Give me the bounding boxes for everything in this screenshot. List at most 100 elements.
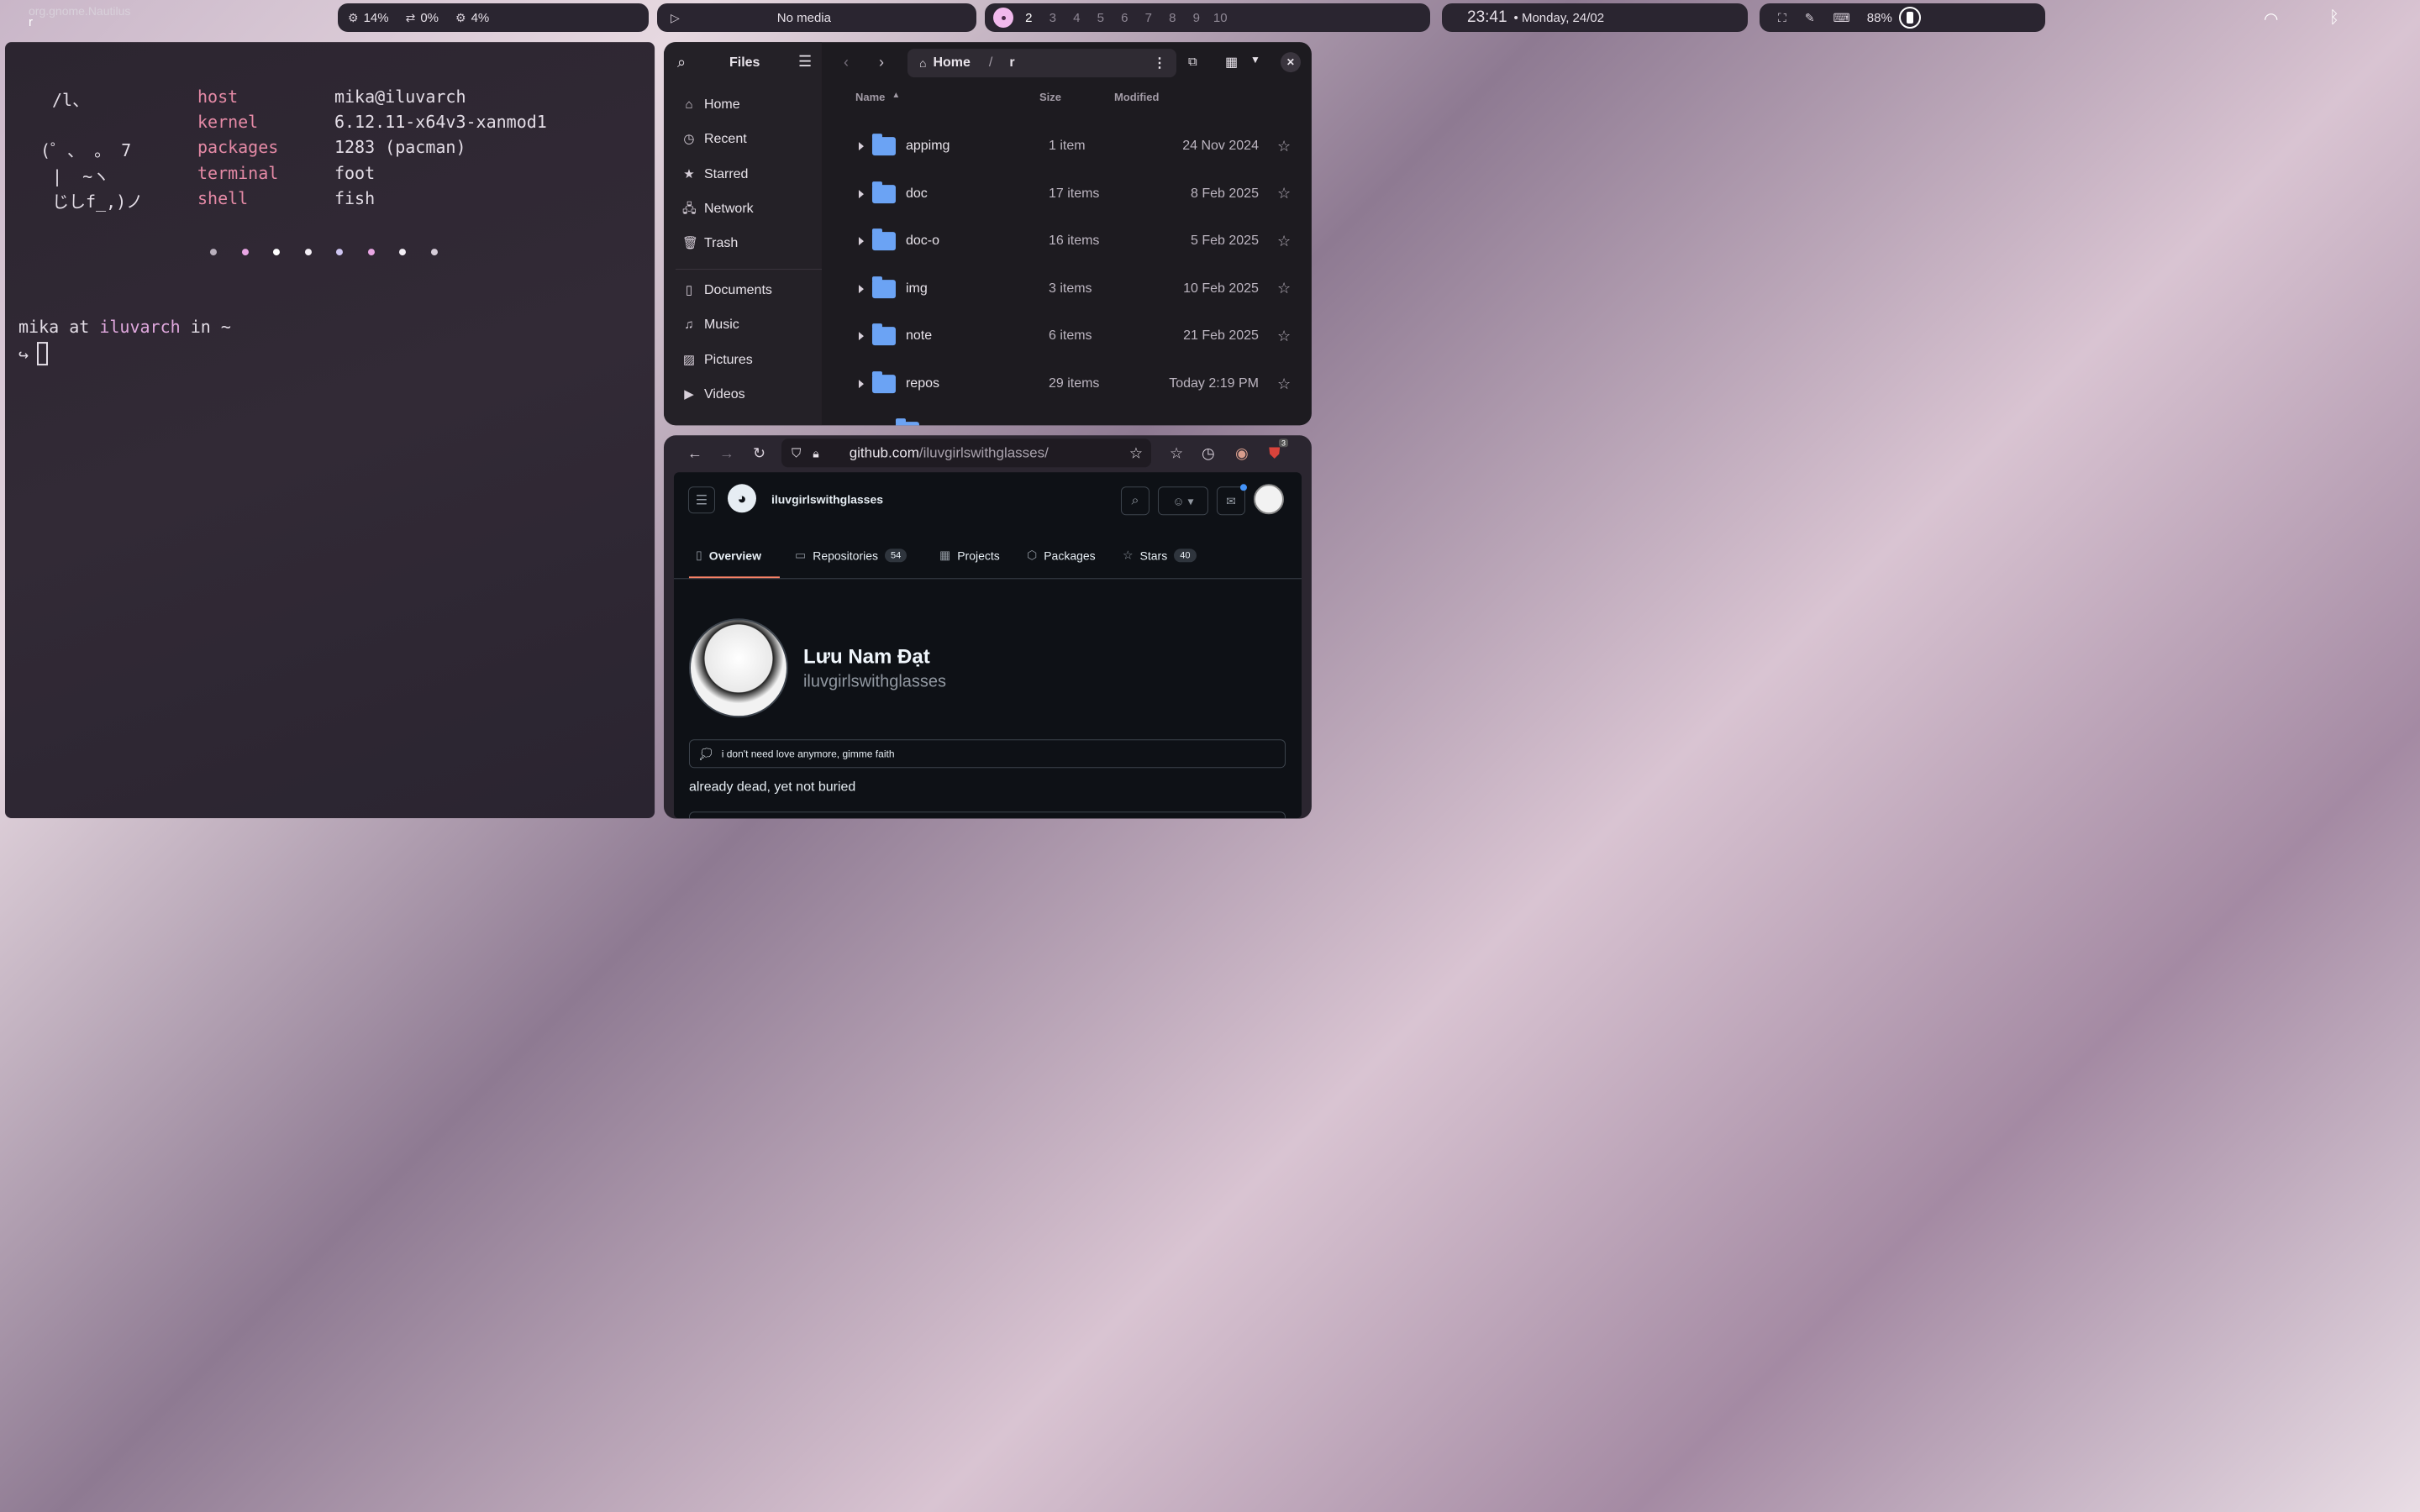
star-icon[interactable]: ☆ [1277, 328, 1291, 345]
bookmark-star-icon[interactable]: ☆ [1129, 444, 1143, 462]
avatar[interactable] [1253, 484, 1284, 515]
file-modified: 5 Feb 2025 [1191, 234, 1259, 249]
palette-dot [304, 249, 312, 256]
column-name[interactable]: Name [855, 91, 885, 103]
reload-icon[interactable]: ↻ [753, 444, 765, 462]
expand-arrow-icon[interactable] [858, 189, 864, 198]
extension-icon[interactable]: ◉ [1235, 444, 1249, 462]
extension-badge: 3 [1278, 438, 1288, 448]
sidebar-item-recent[interactable]: ◷ Recent [682, 132, 747, 147]
close-icon[interactable]: ✕ [1280, 52, 1301, 73]
shield-icon[interactable]: ⛉ [792, 446, 801, 460]
expand-arrow-icon[interactable] [858, 284, 864, 293]
sidebar-divider [675, 269, 822, 270]
file-row[interactable]: doc-o 16 items 5 Feb 2025 ☆ [855, 218, 1301, 265]
network-icon: 🖧︎ [681, 201, 697, 216]
breadcrumb-current[interactable]: r [1009, 55, 1014, 71]
back-arrow-icon[interactable]: ← [687, 444, 702, 462]
tab-stars[interactable]: ☆ Stars 40 [1123, 548, 1197, 562]
expand-arrow-icon[interactable] [858, 380, 864, 389]
hamburger-menu-icon[interactable]: ☰ [798, 53, 812, 71]
clock[interactable]: 23:41 • Monday, 24/02 [1442, 3, 1748, 32]
tab-overview[interactable]: ▯ Overview [696, 548, 761, 562]
expand-arrow-icon[interactable] [858, 237, 864, 246]
palette-dot [398, 249, 406, 256]
battery-icon[interactable] [1898, 7, 1921, 29]
copilot-icon[interactable]: ☺ ▾ [1157, 486, 1208, 516]
search-icon[interactable]: ⌕ [677, 54, 686, 71]
status-text: i don't need love anymore, gimme faith [721, 748, 895, 760]
star-icon[interactable]: ☆ [1277, 185, 1291, 202]
url-bar[interactable]: ⛉ 🔒︎ github.com/iluvgirlswithglasses/ ☆ [781, 438, 1151, 468]
sidebar-item-label: Starred [703, 166, 749, 181]
column-size[interactable]: Size [1039, 91, 1061, 103]
github-logo-icon[interactable]: ◕ [727, 484, 756, 513]
more-options-icon[interactable]: ⋮ [1153, 55, 1166, 71]
header-username[interactable]: iluvgirlswithglasses [771, 492, 883, 506]
grid-view-icon[interactable]: ▦ [1225, 54, 1238, 71]
music-icon: ♫ [684, 318, 694, 333]
search-folder-icon[interactable]: ⧉ [1188, 55, 1197, 69]
file-row[interactable]: doc 17 items 8 Feb 2025 ☆ [855, 171, 1301, 218]
history-icon[interactable]: ◷ [1202, 444, 1215, 462]
tab-repositories[interactable]: ▭ Repositories 54 [795, 548, 908, 562]
back-arrow-icon[interactable]: ‹ [844, 54, 849, 71]
color-picker-icon[interactable]: ✎ [1805, 11, 1815, 25]
input-line[interactable]: ↪ [18, 342, 49, 366]
sidebar-item-label: Music [703, 318, 739, 333]
column-modified[interactable]: Modified [1114, 91, 1159, 103]
bookmarks-icon[interactable]: ☆ [1170, 444, 1183, 462]
file-row[interactable]: repos 29 items Today 2:19 PM ☆ [855, 360, 1301, 407]
expand-arrow-icon[interactable] [858, 332, 864, 341]
file-row[interactable]: img 3 items 10 Feb 2025 ☆ [855, 265, 1301, 312]
view-options-chevron-icon[interactable]: ▼ [1250, 54, 1260, 66]
workspace: /l、 (゜、 。 7 | ~ヽ じしf_,)ノ host kernel pac… [0, 0, 1318, 823]
terminal-window[interactable]: /l、 (゜、 。 7 | ~ヽ じしf_,)ノ host kernel pac… [4, 42, 655, 819]
status-box[interactable]: 💭︎ i don't need love anymore, gimme faith [688, 739, 1286, 769]
profile-bio: already dead, yet not buried [688, 780, 856, 795]
tab-packages[interactable]: ⬡ Packages [1027, 548, 1096, 562]
lock-icon[interactable]: 🔒︎ [813, 446, 818, 460]
bluetooth-icon[interactable]: ᛒ [2329, 8, 2339, 28]
tab-projects[interactable]: ▦ Projects [939, 548, 1000, 562]
star-icon[interactable]: ☆ [1277, 280, 1291, 297]
prompt-dir: in ~ [190, 317, 231, 338]
hamburger-menu-icon[interactable]: ☰ [687, 486, 715, 514]
files-window[interactable]: ⌕ Files ☰ ‹ › ⌂ Home / r ⋮ ⧉ ▦ ▼ ✕ ⌂ Home… [663, 42, 1312, 426]
sidebar-item-pictures[interactable]: ▨ Pictures [682, 353, 753, 368]
forward-arrow-icon[interactable]: → [719, 444, 734, 462]
star-icon[interactable]: ☆ [1277, 375, 1291, 393]
sidebar-item-videos[interactable]: ▶ Videos [682, 386, 745, 402]
file-name: img [905, 281, 928, 296]
wifi-icon[interactable]: ◠ [2264, 8, 2278, 29]
forward-arrow-icon[interactable]: › [879, 54, 884, 71]
sidebar-item-starred[interactable]: ★ Starred [682, 167, 748, 182]
browser-window[interactable]: ← → ↻ ⛉ 🔒︎ github.com/iluvgirlswithglass… [663, 435, 1312, 819]
sidebar-item-home[interactable]: ⌂ Home [682, 97, 739, 113]
file-row[interactable]: note 6 items 21 Feb 2025 ☆ [855, 312, 1301, 360]
url-text[interactable]: github.com/iluvgirlswithglasses/ [850, 444, 1049, 461]
sidebar-item-music[interactable]: ♫ Music [682, 318, 739, 333]
sidebar-item-documents[interactable]: ▯ Documents [682, 283, 772, 298]
fullscreen-icon[interactable]: ⛶ [1778, 11, 1786, 25]
file-row[interactable]: appimg 1 item 24 Nov 2024 ☆ [855, 123, 1301, 170]
search-icon[interactable]: ⌕ [1120, 486, 1150, 516]
sidebar-item-trash[interactable]: 🗑︎ Trash [682, 236, 738, 251]
sidebar-item-label: Recent [703, 132, 747, 147]
palette-dot [241, 249, 249, 256]
inbox-icon[interactable]: ✉ [1216, 486, 1245, 516]
file-modified: Today 2:19 PM [1169, 376, 1259, 391]
star-icon[interactable]: ☆ [1277, 138, 1291, 155]
keyboard-icon[interactable]: ⌨ [1833, 11, 1850, 25]
follow-button[interactable] [688, 811, 1286, 819]
star-icon[interactable]: ☆ [1277, 233, 1291, 250]
profile-avatar[interactable] [688, 618, 788, 718]
sidebar-item-label: Pictures [703, 352, 753, 367]
sidebar-item-label: Videos [703, 386, 745, 402]
column-headers: Name ▲ [855, 91, 900, 103]
sidebar-item-network[interactable]: 🖧︎ Network [682, 202, 754, 217]
breadcrumb-home[interactable]: Home [933, 55, 970, 71]
expand-arrow-icon[interactable] [858, 142, 864, 151]
fetch-value: 1283 (pacman) [334, 137, 466, 158]
ublock-icon[interactable]: ⛊ [1269, 444, 1280, 462]
